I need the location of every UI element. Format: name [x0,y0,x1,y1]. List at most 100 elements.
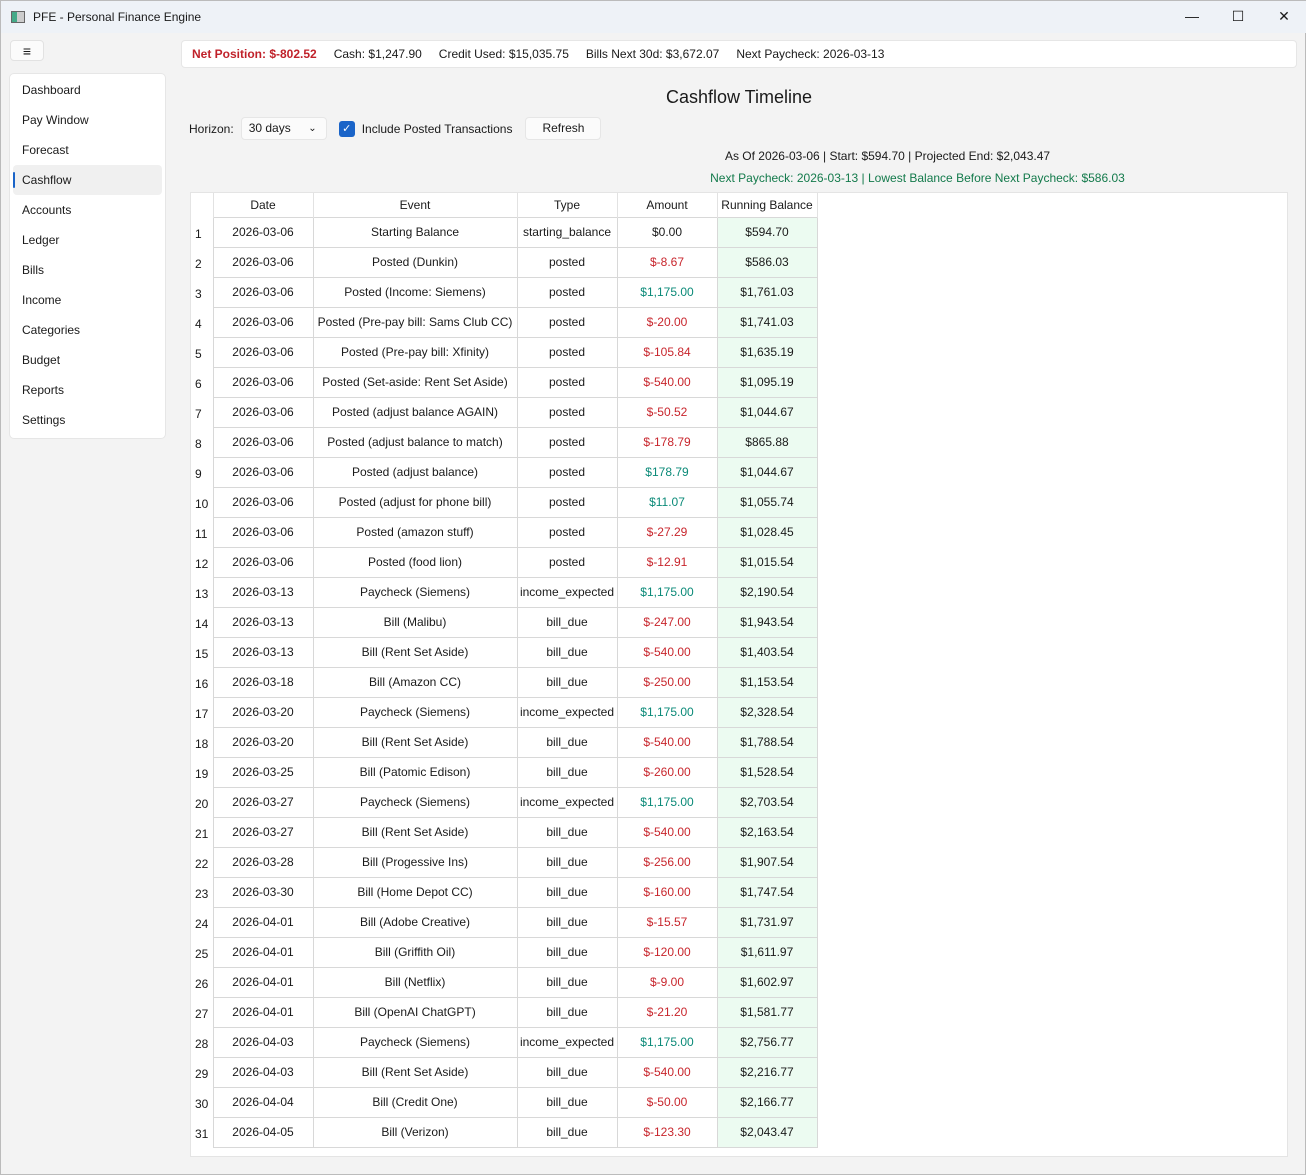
table-row[interactable]: 252026-04-01Bill (Griffith Oil)bill_due$… [191,937,817,967]
table-row[interactable]: 32026-03-06Posted (Income: Siemens)poste… [191,277,817,307]
running-balance-cell: $1,015.54 [717,547,817,577]
type-cell: posted [517,487,617,517]
table-row[interactable]: 132026-03-13Paycheck (Siemens)income_exp… [191,577,817,607]
table-row[interactable]: 282026-04-03Paycheck (Siemens)income_exp… [191,1027,817,1057]
sidebar-item-income[interactable]: Income [13,285,162,315]
sidebar-item-ledger[interactable]: Ledger [13,225,162,255]
running-balance-cell: $1,044.67 [717,457,817,487]
column-header[interactable]: Event [313,193,517,217]
row-number: 17 [191,697,213,727]
table-row[interactable]: 52026-03-06Posted (Pre-pay bill: Xfinity… [191,337,817,367]
refresh-button[interactable]: Refresh [525,117,601,140]
date-cell: 2026-03-18 [213,667,313,697]
horizon-label: Horizon: [189,122,234,136]
running-balance-cell: $594.70 [717,217,817,247]
type-cell: bill_due [517,847,617,877]
column-header[interactable]: Running Balance [717,193,817,217]
sidebar-item-budget[interactable]: Budget [13,345,162,375]
table-row[interactable]: 272026-04-01Bill (OpenAI ChatGPT)bill_du… [191,997,817,1027]
event-cell: Bill (Griffith Oil) [313,937,517,967]
table-row[interactable]: 202026-03-27Paycheck (Siemens)income_exp… [191,787,817,817]
sidebar-item-settings[interactable]: Settings [13,405,162,435]
table-row[interactable]: 42026-03-06Posted (Pre-pay bill: Sams Cl… [191,307,817,337]
row-number: 21 [191,817,213,847]
row-number: 6 [191,367,213,397]
amount-cell: $-178.79 [617,427,717,457]
running-balance-cell: $1,635.19 [717,337,817,367]
event-cell: Bill (Rent Set Aside) [313,727,517,757]
table-row[interactable]: 262026-04-01Bill (Netflix)bill_due$-9.00… [191,967,817,997]
date-cell: 2026-03-06 [213,277,313,307]
table-row[interactable]: 182026-03-20Bill (Rent Set Aside)bill_du… [191,727,817,757]
date-cell: 2026-03-06 [213,397,313,427]
sidebar-item-dashboard[interactable]: Dashboard [13,75,162,105]
amount-cell: $1,175.00 [617,277,717,307]
table-row[interactable]: 92026-03-06Posted (adjust balance)posted… [191,457,817,487]
date-cell: 2026-04-03 [213,1027,313,1057]
type-cell: posted [517,397,617,427]
horizon-select[interactable]: 30 days⌄ [241,117,327,140]
table-row[interactable]: 72026-03-06Posted (adjust balance AGAIN)… [191,397,817,427]
sidebar-item-bills[interactable]: Bills [13,255,162,285]
table-row[interactable]: 112026-03-06Posted (amazon stuff)posted$… [191,517,817,547]
table-row[interactable]: 292026-04-03Bill (Rent Set Aside)bill_du… [191,1057,817,1087]
row-number: 25 [191,937,213,967]
minimize-button[interactable]: — [1169,1,1215,31]
type-cell: bill_due [517,727,617,757]
table-row[interactable]: 162026-03-18Bill (Amazon CC)bill_due$-25… [191,667,817,697]
table-row[interactable]: 12026-03-06Starting Balancestarting_bala… [191,217,817,247]
table-row[interactable]: 142026-03-13Bill (Malibu)bill_due$-247.0… [191,607,817,637]
column-header[interactable]: Type [517,193,617,217]
type-cell: bill_due [517,967,617,997]
sidebar-item-cashflow[interactable]: Cashflow [13,165,162,195]
table-row[interactable]: 212026-03-27Bill (Rent Set Aside)bill_du… [191,817,817,847]
table-row[interactable]: 242026-04-01Bill (Adobe Creative)bill_du… [191,907,817,937]
column-header[interactable]: Date [213,193,313,217]
row-number: 12 [191,547,213,577]
amount-cell: $11.07 [617,487,717,517]
row-number: 2 [191,247,213,277]
table-row[interactable]: 232026-03-30Bill (Home Depot CC)bill_due… [191,877,817,907]
row-number: 4 [191,307,213,337]
hamburger-menu-icon[interactable]: ≡ [10,40,44,61]
table-row[interactable]: 172026-03-20Paycheck (Siemens)income_exp… [191,697,817,727]
table-row[interactable]: 62026-03-06Posted (Set-aside: Rent Set A… [191,367,817,397]
app-icon [11,11,25,23]
column-header[interactable]: Amount [617,193,717,217]
table-row[interactable]: 152026-03-13Bill (Rent Set Aside)bill_du… [191,637,817,667]
sidebar-item-pay-window[interactable]: Pay Window [13,105,162,135]
table-row[interactable]: 122026-03-06Posted (food lion)posted$-12… [191,547,817,577]
table-row[interactable]: 312026-04-05Bill (Verizon)bill_due$-123.… [191,1117,817,1147]
table-row[interactable]: 192026-03-25Bill (Patomic Edison)bill_du… [191,757,817,787]
sidebar-item-reports[interactable]: Reports [13,375,162,405]
table-row[interactable]: 22026-03-06Posted (Dunkin)posted$-8.67$5… [191,247,817,277]
amount-cell: $-27.29 [617,517,717,547]
running-balance-cell: $2,328.54 [717,697,817,727]
sidebar-item-categories[interactable]: Categories [13,315,162,345]
running-balance-cell: $586.03 [717,247,817,277]
event-cell: Posted (Set-aside: Rent Set Aside) [313,367,517,397]
running-balance-cell: $1,943.54 [717,607,817,637]
row-number: 1 [191,217,213,247]
row-number: 27 [191,997,213,1027]
sidebar-item-forecast[interactable]: Forecast [13,135,162,165]
amount-cell: $-250.00 [617,667,717,697]
event-cell: Bill (OpenAI ChatGPT) [313,997,517,1027]
include-posted-label[interactable]: Include Posted Transactions [362,122,513,136]
running-balance-cell: $2,216.77 [717,1057,817,1087]
event-cell: Posted (amazon stuff) [313,517,517,547]
amount-cell: $-15.57 [617,907,717,937]
include-posted-checkbox[interactable]: ✓ [339,121,355,137]
maximize-button[interactable]: ☐ [1215,1,1261,31]
table-row[interactable]: 222026-03-28Bill (Progessive Ins)bill_du… [191,847,817,877]
row-number: 23 [191,877,213,907]
sidebar-item-accounts[interactable]: Accounts [13,195,162,225]
type-cell: posted [517,517,617,547]
table-row[interactable]: 82026-03-06Posted (adjust balance to mat… [191,427,817,457]
event-cell: Bill (Verizon) [313,1117,517,1147]
running-balance-cell: $2,190.54 [717,577,817,607]
table-row[interactable]: 302026-04-04Bill (Credit One)bill_due$-5… [191,1087,817,1117]
close-button[interactable]: ✕ [1261,1,1306,31]
amount-cell: $1,175.00 [617,1027,717,1057]
table-row[interactable]: 102026-03-06Posted (adjust for phone bil… [191,487,817,517]
